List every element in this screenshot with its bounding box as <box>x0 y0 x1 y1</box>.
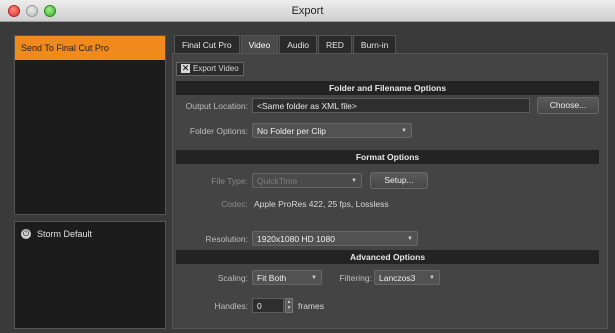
tab-final-cut-pro[interactable]: Final Cut Pro <box>174 35 240 53</box>
filtering-label: Filtering: <box>339 273 372 283</box>
export-video-label: Export Video <box>193 64 239 73</box>
resolution-label: Resolution: <box>205 234 248 244</box>
codec-label: Codec: <box>221 199 248 209</box>
preset-list-secondary[interactable]: ⏻ Storm Default <box>14 221 166 329</box>
choose-button[interactable]: Choose... <box>537 97 599 114</box>
stepper-down-icon: ▼ <box>286 305 292 311</box>
scaling-label: Scaling: <box>217 273 248 283</box>
power-icon: ⏻ <box>21 229 31 239</box>
output-location-label: Output Location: <box>185 101 248 111</box>
output-location-field[interactable]: <Same folder as XML file> <box>252 98 530 113</box>
window-title: Export <box>291 5 324 17</box>
filtering-dropdown[interactable]: Lanczos3 ▼ <box>374 270 440 285</box>
setup-button[interactable]: Setup... <box>370 172 428 189</box>
preset-item-storm-default[interactable]: ⏻ Storm Default <box>15 226 165 242</box>
scaling-dropdown[interactable]: Fit Both ▼ <box>252 270 322 285</box>
file-type-value: QuickTime <box>257 176 298 186</box>
tab-video[interactable]: Video <box>240 35 279 53</box>
scaling-value: Fit Both <box>257 273 287 283</box>
handles-input[interactable]: 0 <box>252 298 284 313</box>
codec-value: Apple ProRes 422, 25 fps, Lossless <box>254 199 389 209</box>
tab-red[interactable]: RED <box>317 35 352 53</box>
resolution-value: 1920x1080 HD 1080 <box>257 234 335 244</box>
handles-stepper[interactable]: ▲ ▼ <box>285 298 293 313</box>
advanced-options-header: Advanced Options <box>176 250 599 264</box>
dropdown-arrow-icon: ▼ <box>401 128 407 134</box>
folder-options-dropdown[interactable]: No Folder per Clip ▼ <box>252 123 412 138</box>
checkbox-check-icon: ✕ <box>181 63 190 73</box>
dropdown-arrow-icon: ▼ <box>429 275 435 281</box>
file-type-dropdown: QuickTime ▼ <box>252 173 362 188</box>
dropdown-arrow-icon: ▼ <box>311 275 317 281</box>
tab-audio[interactable]: Audio <box>279 35 317 53</box>
title-bar: Export <box>0 0 615 22</box>
folder-options-header: Folder and Filename Options <box>176 81 599 95</box>
file-type-label: File Type: <box>211 176 248 186</box>
resolution-dropdown[interactable]: 1920x1080 HD 1080 ▼ <box>252 231 418 246</box>
filtering-value: Lanczos3 <box>379 273 416 283</box>
format-options-header: Format Options <box>176 150 599 164</box>
handles-label: Handles: <box>214 301 248 311</box>
folder-options-label: Folder Options: <box>189 126 248 136</box>
preset-item-label: Storm Default <box>37 229 93 239</box>
dropdown-arrow-icon: ▼ <box>407 236 413 242</box>
handles-unit: frames <box>298 301 324 311</box>
dropdown-arrow-icon: ▼ <box>351 178 357 184</box>
preset-list[interactable]: Send To Final Cut Pro <box>14 35 166 215</box>
export-video-checkbox[interactable]: ✕ Export Video <box>176 62 244 76</box>
tab-burn-in[interactable]: Burn-in <box>352 35 397 53</box>
folder-options-value: No Folder per Clip <box>257 126 326 136</box>
tab-bar: Final Cut Pro Video Audio RED Burn-in <box>174 35 397 53</box>
preset-item-send-to-fcp[interactable]: Send To Final Cut Pro <box>15 36 165 60</box>
